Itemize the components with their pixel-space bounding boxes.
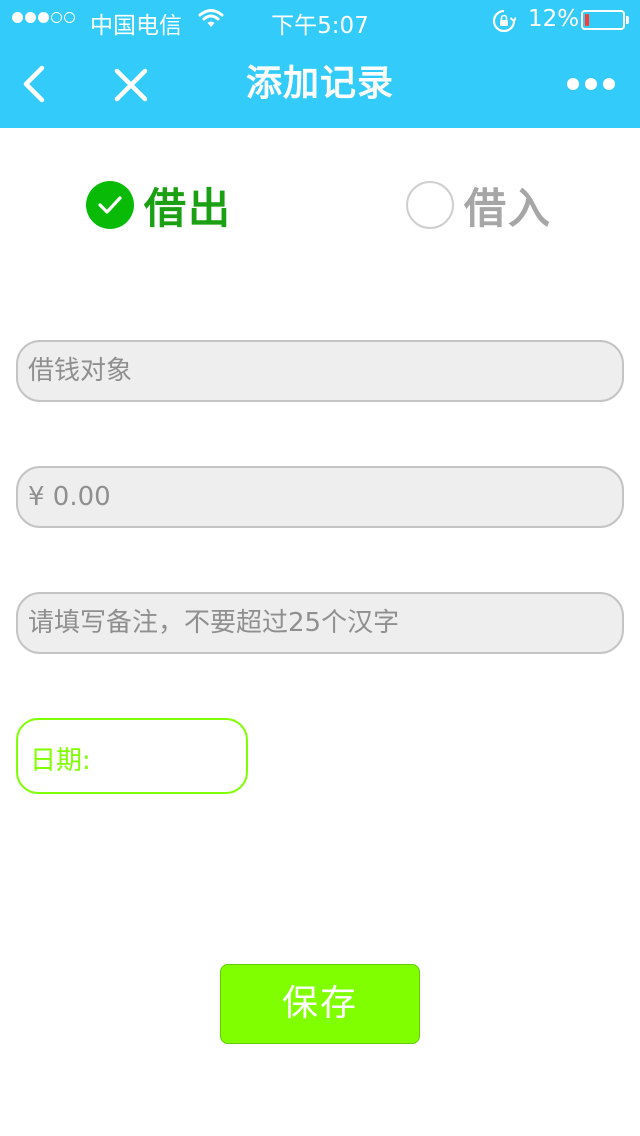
battery-percent: 12%	[528, 6, 580, 32]
amount-input[interactable]	[16, 466, 624, 528]
status-bar: 中国电信 下午5:07 12%	[0, 0, 640, 40]
battery-level	[585, 14, 589, 26]
lend-option[interactable]: 借出	[86, 170, 232, 240]
lend-label: 借出	[144, 183, 233, 233]
borrower-name-input[interactable]	[16, 340, 624, 402]
borrow-label: 借入	[464, 183, 553, 233]
more-button[interactable]	[566, 76, 616, 92]
borrow-radio[interactable]	[406, 181, 454, 229]
checkmark-icon	[98, 196, 122, 214]
page-title: 添加记录	[245, 63, 394, 104]
battery-icon	[581, 10, 625, 30]
nav-bar: 添加记录	[0, 40, 640, 128]
loan-type-selector: 借出 借入	[0, 170, 640, 240]
note-input[interactable]	[16, 592, 624, 654]
header: 中国电信 下午5:07 12% 添加记录	[0, 0, 640, 128]
date-label: 日期:	[30, 746, 91, 776]
more-dots-icon	[567, 78, 615, 90]
rotation-lock-icon	[492, 9, 517, 39]
add-record-screen: 中国电信 下午5:07 12% 添加记录 借出 借入 借钱对象 ¥ 0.00 请…	[0, 0, 640, 1136]
lend-radio[interactable]	[86, 181, 134, 229]
borrow-option[interactable]: 借入	[406, 170, 552, 240]
date-picker[interactable]: 日期:	[16, 718, 248, 794]
battery-cap	[626, 16, 629, 24]
save-button[interactable]: 保存	[220, 964, 420, 1044]
